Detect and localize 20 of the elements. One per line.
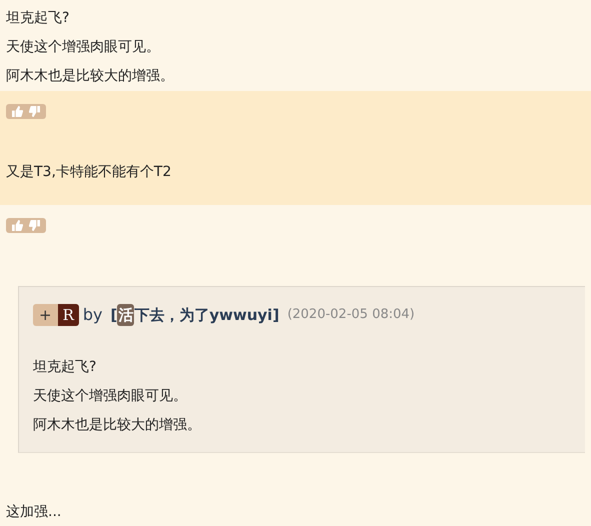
quote-text: 阿木木也是比较大的增强。: [33, 416, 201, 435]
thumbs-down-icon[interactable]: [29, 106, 40, 117]
post-text: 阿木木也是比较大的增强。: [6, 67, 174, 86]
thumbs-up-icon[interactable]: [12, 106, 23, 117]
tag: R: [58, 304, 79, 326]
post-text: 又是T3,卡特能不能有个T2: [6, 163, 172, 182]
post-date: (2020-02-05 08:04): [287, 306, 415, 324]
user-badge: 活: [117, 304, 134, 326]
tag: +: [33, 304, 58, 326]
author-name[interactable]: 下去，为了ywwuyi: [134, 304, 272, 326]
post-text: 坦克起飞?: [6, 9, 70, 28]
quote-text: 坦克起飞?: [33, 358, 96, 377]
thumbs-down-icon[interactable]: [29, 220, 40, 231]
quote-text: 天使这个增强肉眼可见。: [33, 387, 187, 406]
post-text: 天使这个增强肉眼可见。: [6, 38, 160, 57]
post-text: 这加强...: [6, 503, 62, 522]
thumbs-up-icon[interactable]: [12, 220, 23, 231]
bracket: ]: [272, 304, 280, 326]
bracket: [: [110, 304, 118, 326]
by-label: by: [82, 304, 102, 326]
